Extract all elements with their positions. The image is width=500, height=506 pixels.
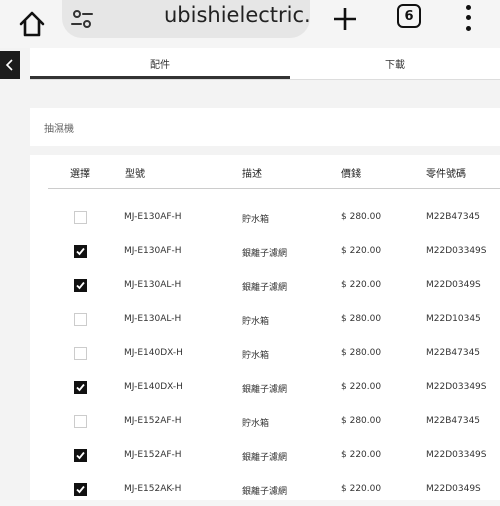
table-row: MJ-E130AF-H 銀離子濾網 $ 220.00 M22D03349S xyxy=(30,234,500,268)
part-number-cell: M22B47345 xyxy=(426,416,481,426)
description-cell: 銀離子濾網 xyxy=(242,283,288,293)
select-checkbox[interactable] xyxy=(74,211,87,224)
table-row: MJ-E152AF-H 貯水箱 $ 280.00 M22B47345 xyxy=(30,404,500,438)
description-cell: 銀離子濾網 xyxy=(242,453,288,463)
category-label: 抽濕機 xyxy=(44,123,74,135)
model-cell: MJ-E152AF-H xyxy=(124,450,182,460)
table-row: MJ-E152AK-H 銀離子濾網 $ 220.00 M22D0349S xyxy=(30,472,500,506)
checkmark-icon xyxy=(76,485,85,494)
price-cell: $ 280.00 xyxy=(341,212,382,222)
description-cell: 貯水箱 xyxy=(242,351,270,361)
back-button[interactable] xyxy=(0,51,20,79)
description-cell: 銀離子濾網 xyxy=(242,249,288,259)
select-checkbox[interactable] xyxy=(74,415,87,428)
model-cell: MJ-E152AF-H xyxy=(124,416,182,426)
select-checkbox[interactable] xyxy=(74,347,87,360)
price-cell: $ 220.00 xyxy=(341,382,382,392)
parts-table: 選擇 型號 描述 價錢 零件號碼 MJ-E130AF-H 貯水箱 $ 280.00 M… xyxy=(30,155,500,500)
price-cell: $ 220.00 xyxy=(341,450,382,460)
table-row: MJ-E140DX-H 貯水箱 $ 280.00 M22B47345 xyxy=(30,336,500,370)
header-part-number: 零件號碼 xyxy=(426,169,466,180)
tab-divider xyxy=(30,79,500,80)
table-row: MJ-E140DX-H 銀離子濾網 $ 220.00 M22D03349S xyxy=(30,370,500,404)
description-cell: 貯水箱 xyxy=(242,419,270,429)
price-cell: $ 220.00 xyxy=(341,484,382,494)
checkmark-icon xyxy=(76,451,85,460)
checkmark-icon xyxy=(76,383,85,392)
table-row: MJ-E152AF-H 銀離子濾網 $ 220.00 M22D03349S xyxy=(30,438,500,472)
table-row: MJ-E130AF-H 貯水箱 $ 280.00 M22B47345 xyxy=(30,200,500,234)
model-cell: MJ-E130AL-H xyxy=(124,314,182,324)
model-cell: MJ-E130AF-H xyxy=(124,212,182,222)
model-cell: MJ-E130AL-H xyxy=(124,280,182,290)
part-number-cell: M22D03349S xyxy=(426,246,487,256)
select-checkbox[interactable] xyxy=(74,279,87,292)
part-number-cell: M22D0349S xyxy=(426,280,481,290)
header-price: 價錢 xyxy=(341,169,361,180)
select-checkbox[interactable] xyxy=(74,313,87,326)
tab-count: 6 xyxy=(404,8,414,24)
header-model: 型號 xyxy=(125,169,145,180)
part-number-cell: M22D10345 xyxy=(426,314,481,324)
overflow-menu-icon[interactable] xyxy=(460,2,476,34)
description-cell: 貯水箱 xyxy=(242,317,270,327)
part-number-cell: M22D03349S xyxy=(426,382,487,392)
price-cell: $ 280.00 xyxy=(341,314,382,324)
tab-accessories[interactable]: 配件 xyxy=(30,48,290,78)
part-number-cell: M22B47345 xyxy=(426,348,481,358)
site-settings-icon[interactable] xyxy=(70,7,94,31)
home-button[interactable] xyxy=(14,6,50,42)
description-cell: 貯水箱 xyxy=(242,215,270,225)
select-checkbox[interactable] xyxy=(74,245,87,258)
price-cell: $ 280.00 xyxy=(341,348,382,358)
tab-bar: 配件 下載 xyxy=(30,48,500,80)
description-cell: 銀離子濾網 xyxy=(242,385,288,395)
table-row: MJ-E130AL-H 貯水箱 $ 280.00 M22D10345 xyxy=(30,302,500,336)
select-checkbox[interactable] xyxy=(74,381,87,394)
header-select: 選擇 xyxy=(70,169,90,180)
page-content: 配件 下載 抽濕機 選擇 型號 描述 價錢 零件號碼 MJ-E130AF-H 貯水… xyxy=(0,48,500,500)
header-description: 描述 xyxy=(242,169,262,180)
price-cell: $ 280.00 xyxy=(341,416,382,426)
tab-downloads[interactable]: 下載 xyxy=(290,48,500,78)
part-number-cell: M22B47345 xyxy=(426,212,481,222)
price-cell: $ 220.00 xyxy=(341,246,382,256)
checkmark-icon xyxy=(76,281,85,290)
active-tab-indicator xyxy=(30,76,290,79)
model-cell: MJ-E140DX-H xyxy=(124,348,183,358)
select-checkbox[interactable] xyxy=(74,483,87,496)
address-bar[interactable]: ubishielectric.com.hk xyxy=(62,0,310,38)
url-text: ubishielectric.com.hk xyxy=(164,3,310,27)
select-checkbox[interactable] xyxy=(74,449,87,462)
model-cell: MJ-E152AK-H xyxy=(124,484,182,494)
part-number-cell: M22D03349S xyxy=(426,450,487,460)
browser-toolbar: ubishielectric.com.hk 6 xyxy=(0,0,500,48)
checkmark-icon xyxy=(76,247,85,256)
price-cell: $ 220.00 xyxy=(341,280,382,290)
category-filter[interactable]: 抽濕機 xyxy=(30,108,500,146)
tab-switcher-button[interactable]: 6 xyxy=(397,4,421,28)
model-cell: MJ-E140DX-H xyxy=(124,382,183,392)
table-row: MJ-E130AL-H 銀離子濾網 $ 220.00 M22D0349S xyxy=(30,268,500,302)
part-number-cell: M22D0349S xyxy=(426,484,481,494)
tab-accessories-label: 配件 xyxy=(150,59,170,71)
tab-downloads-label: 下載 xyxy=(385,59,405,71)
plus-icon xyxy=(334,8,356,30)
description-cell: 銀離子濾網 xyxy=(242,487,288,497)
table-header: 選擇 型號 描述 價錢 零件號碼 xyxy=(48,155,500,189)
new-tab-button[interactable] xyxy=(330,4,360,34)
chevron-left-icon xyxy=(5,59,13,71)
home-icon xyxy=(19,11,45,37)
model-cell: MJ-E130AF-H xyxy=(124,246,182,256)
